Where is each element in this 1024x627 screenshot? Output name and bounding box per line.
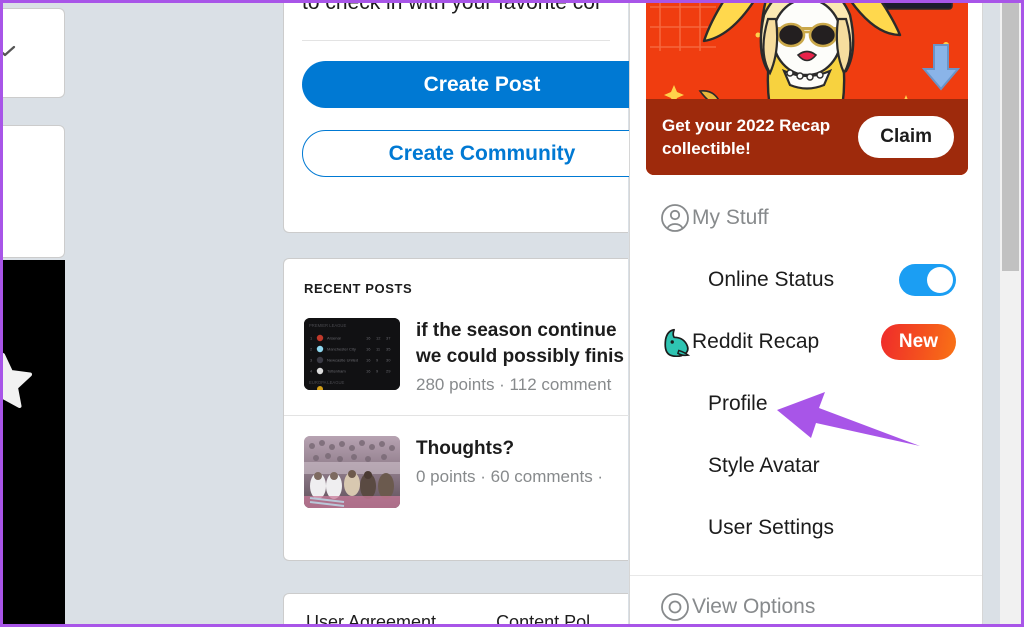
dropdown-menu-list: My Stuff Online Status Reddit Recap New … bbox=[630, 187, 982, 626]
scrollbar-thumb[interactable] bbox=[1002, 0, 1019, 271]
claim-button[interactable]: Claim bbox=[858, 116, 954, 158]
dolphin-icon bbox=[660, 327, 692, 357]
svg-text:37: 37 bbox=[386, 336, 391, 341]
menu-item-label: Online Status bbox=[708, 268, 835, 291]
svg-text:PREMIER LEAGUE: PREMIER LEAGUE bbox=[309, 323, 346, 328]
svg-text:16: 16 bbox=[366, 336, 371, 341]
svg-text:Newcastle United: Newcastle United bbox=[327, 358, 358, 363]
menu-section-view-options: View Options bbox=[630, 576, 982, 626]
menu-item-label: Profile bbox=[708, 392, 768, 415]
menu-item-style-avatar[interactable]: Style Avatar bbox=[630, 435, 982, 497]
post-separator bbox=[284, 415, 629, 416]
user-dropdown-menu: Get your 2022 Recap collectible! Claim M… bbox=[629, 0, 983, 627]
view-mode-card bbox=[0, 8, 65, 98]
toggle-knob bbox=[927, 267, 953, 293]
svg-text:Manchester City: Manchester City bbox=[327, 347, 356, 352]
svg-text:30: 30 bbox=[386, 358, 391, 363]
svg-text:12: 12 bbox=[376, 336, 381, 341]
menu-section-my-stuff: My Stuff bbox=[630, 187, 982, 249]
banner-headline-line1: Get your 2022 Recap bbox=[662, 116, 831, 135]
phone-screenshot: 34% bbox=[0, 260, 65, 627]
league-table-thumbnail: PREMIER LEAGUE 1 Arsenal 16 12 37 2 Manchest… bbox=[304, 318, 400, 390]
svg-text:EUROPA LEAGUE: EUROPA LEAGUE bbox=[309, 380, 345, 385]
create-post-button[interactable]: Create Post bbox=[302, 61, 662, 108]
online-status-toggle[interactable] bbox=[899, 264, 956, 296]
recent-posts-heading: RECENT POSTS bbox=[304, 281, 413, 296]
create-card: to check in with your favorite cor Creat… bbox=[283, 0, 662, 233]
menu-section-label: View Options bbox=[692, 595, 816, 618]
svg-text:16: 16 bbox=[366, 358, 371, 363]
menu-section-label: My Stuff bbox=[692, 206, 769, 229]
eye-circle-icon bbox=[660, 592, 692, 622]
post-title-line1: Thoughts? bbox=[416, 438, 515, 459]
chevron-down-icon bbox=[0, 44, 16, 63]
phone-app-icons bbox=[0, 352, 50, 413]
recent-posts-card: RECENT POSTS PREMIER LEAGUE 1 Arsenal 16 1… bbox=[283, 258, 629, 561]
truncated-post-card[interactable]: ish top 4 bbox=[0, 125, 65, 258]
menu-item-profile[interactable]: Profile bbox=[630, 373, 982, 435]
new-badge: New bbox=[880, 324, 956, 360]
post-body: Thoughts? 0 points · 60 comments · bbox=[416, 436, 603, 487]
svg-text:35: 35 bbox=[386, 347, 391, 352]
promo-description: to check in with your favorite cor bbox=[302, 0, 602, 14]
svg-text:16: 16 bbox=[366, 369, 371, 374]
post-meta: 280 points · 112 comment bbox=[416, 375, 612, 394]
user-agreement-link[interactable]: User Agreement bbox=[306, 612, 436, 627]
star-icon[interactable] bbox=[0, 352, 32, 413]
svg-text:Arsenal: Arsenal bbox=[327, 336, 341, 341]
banner-cta-bar: Get your 2022 Recap collectible! Claim bbox=[646, 99, 968, 175]
card-divider bbox=[302, 40, 610, 41]
menu-item-online-status[interactable]: Online Status bbox=[630, 249, 982, 311]
svg-text:29: 29 bbox=[386, 369, 391, 374]
post-body: if the season continue we could possibly… bbox=[416, 318, 624, 395]
screenshot-root: ish top 4 bbox=[0, 0, 1024, 627]
banner-headline-line2: collectible! bbox=[662, 139, 751, 158]
menu-item-user-settings[interactable]: User Settings bbox=[630, 497, 982, 559]
post-title-line1: if the season continue bbox=[416, 320, 617, 341]
menu-item-label: Style Avatar bbox=[708, 454, 820, 477]
crowd-photo-thumbnail bbox=[304, 436, 400, 508]
banner-headline: Get your 2022 Recap collectible! bbox=[662, 114, 830, 160]
menu-item-reddit-recap[interactable]: Reddit Recap New bbox=[630, 311, 982, 373]
post-meta: 0 points · 60 comments · bbox=[416, 467, 604, 486]
menu-item-label: User Settings bbox=[708, 516, 835, 539]
list-item[interactable]: PREMIER LEAGUE 1 Arsenal 16 12 37 2 Manchest… bbox=[304, 318, 628, 395]
svg-text:16: 16 bbox=[366, 347, 371, 352]
list-item[interactable]: Thoughts? 0 points · 60 comments · bbox=[304, 436, 628, 508]
footer-card: User Agreement Content Pol bbox=[283, 593, 628, 627]
content-policy-link[interactable]: Content Pol bbox=[496, 612, 590, 627]
recap-promo-banner[interactable]: Get your 2022 Recap collectible! Claim bbox=[646, 0, 968, 175]
view-mode-selector[interactable] bbox=[0, 37, 16, 70]
svg-text:Tottenham: Tottenham bbox=[327, 369, 346, 374]
post-title-line2: we could possibly finis bbox=[416, 346, 624, 367]
create-community-button[interactable]: Create Community bbox=[302, 130, 662, 177]
user-circle-icon bbox=[660, 203, 692, 233]
menu-item-label: Reddit Recap bbox=[692, 330, 820, 353]
